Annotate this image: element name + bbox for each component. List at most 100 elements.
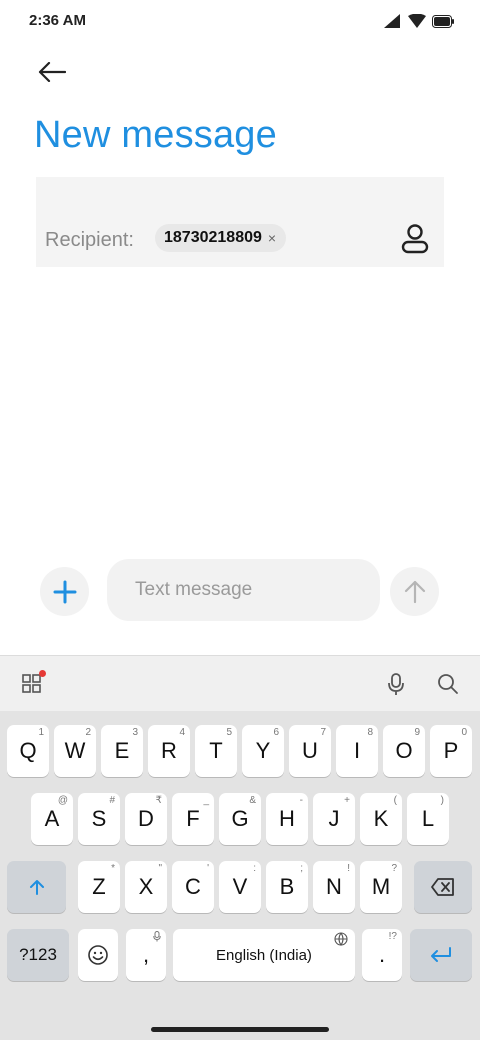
key-u[interactable]: U7 [289, 725, 331, 777]
arrow-up-icon [404, 580, 425, 603]
chip-close-icon[interactable]: × [268, 231, 276, 245]
key-label: I [353, 738, 361, 763]
key-hint: 8 [367, 727, 373, 738]
person-icon [401, 224, 429, 254]
key-hint: 1 [38, 727, 44, 738]
shift-arrow-icon [29, 880, 44, 895]
key-i[interactable]: I8 [336, 725, 378, 777]
key-label: W [64, 738, 86, 763]
contact-picker-button[interactable] [400, 223, 430, 255]
comma-mic-hint-icon [153, 931, 161, 945]
status-time: 2:36 AM [29, 12, 86, 29]
navigation-handle[interactable] [151, 1027, 329, 1032]
key-e[interactable]: E3 [101, 725, 143, 777]
key-label: Y [255, 738, 271, 763]
keyboard-toolbar [0, 655, 480, 711]
key-h[interactable]: H- [266, 793, 308, 845]
enter-key[interactable] [410, 929, 472, 981]
key-z[interactable]: Z * [78, 861, 120, 913]
key-m[interactable]: M? [360, 861, 402, 913]
send-button[interactable] [390, 567, 439, 616]
key-hint: 4 [179, 727, 185, 738]
key-label: Q [19, 738, 37, 763]
key-label: H [279, 806, 295, 831]
key-label: B [279, 874, 295, 899]
status-bar: 2:36 AM [0, 0, 480, 44]
recipient-field[interactable]: Recipient: 18730218809 × [36, 177, 444, 267]
key-r[interactable]: R4 [148, 725, 190, 777]
key-hint: _ [203, 795, 209, 806]
key-n[interactable]: N! [313, 861, 355, 913]
message-input[interactable] [107, 559, 380, 621]
key-q[interactable]: Q1 [7, 725, 49, 777]
key-hint: - [299, 795, 303, 806]
key-v[interactable]: V: [219, 861, 261, 913]
key-label: D [138, 806, 154, 831]
key-k[interactable]: K( [360, 793, 402, 845]
key-label: U [302, 738, 318, 763]
key-c[interactable]: C ' [172, 861, 214, 913]
key-hint: + [344, 795, 350, 806]
key-b[interactable]: B; [266, 861, 308, 913]
keyboard-search-button[interactable] [434, 670, 462, 698]
key-hint: @ [57, 795, 68, 806]
key-f[interactable]: F _ [172, 793, 214, 845]
key-w[interactable]: W2 [54, 725, 96, 777]
wifi-icon [408, 14, 426, 28]
key-y[interactable]: Y6 [242, 725, 284, 777]
key-label: E [114, 738, 130, 763]
period-key[interactable]: .!? [362, 929, 402, 981]
key-label: ?123 [19, 945, 57, 964]
key-hint: 9 [414, 727, 420, 738]
space-key[interactable]: English (India) [173, 929, 355, 981]
keyboard: Q1 W2 E3 R4 T5 Y6 U7 I8 O9 P0 A @ S # D ₹ F… [0, 655, 480, 1040]
key-label: F [186, 806, 200, 831]
battery-icon [432, 14, 454, 28]
key-label: L [421, 806, 435, 831]
emoji-key[interactable] [78, 929, 118, 981]
status-icons [384, 14, 454, 28]
shift-key[interactable] [7, 861, 66, 913]
key-label: , [142, 942, 150, 967]
keyboard-row-1: Q1 W2 E3 R4 T5 Y6 U7 I8 O9 P0 [0, 725, 480, 777]
key-hint: ; [300, 863, 303, 874]
key-hint: 3 [132, 727, 138, 738]
key-hint: 2 [85, 727, 91, 738]
voice-input-button[interactable] [382, 670, 410, 698]
key-t[interactable]: T5 [195, 725, 237, 777]
comma-key[interactable]: , [126, 929, 166, 981]
key-j[interactable]: J + [313, 793, 355, 845]
key-s[interactable]: S # [78, 793, 120, 845]
key-g[interactable]: G & [219, 793, 261, 845]
attach-button[interactable] [40, 567, 89, 616]
enter-icon [431, 947, 451, 962]
key-o[interactable]: O9 [383, 725, 425, 777]
key-label: K [373, 806, 389, 831]
backspace-key[interactable] [414, 861, 472, 913]
key-hint: : [253, 863, 256, 874]
key-label: O [395, 738, 413, 763]
key-x[interactable]: X " [125, 861, 167, 913]
key-hint: ? [391, 863, 397, 874]
key-a[interactable]: A @ [31, 793, 73, 845]
compose-bar [0, 558, 480, 622]
recipient-chip[interactable]: 18730218809 × [155, 224, 287, 252]
key-label: V [232, 874, 248, 899]
apps-button[interactable] [18, 670, 46, 698]
key-hint: !? [388, 931, 397, 942]
key-hint: ! [347, 863, 350, 874]
key-label: X [138, 874, 154, 899]
key-hint: 7 [320, 727, 326, 738]
key-hint: " [158, 863, 162, 874]
key-hint: 6 [273, 727, 279, 738]
key-l[interactable]: L) [407, 793, 449, 845]
symbols-key[interactable]: ?123 [7, 929, 69, 981]
key-label: . [378, 942, 386, 967]
keyboard-row-3: Z * X " C ' V: B; N! M? [0, 861, 480, 913]
key-hint: ( [393, 795, 397, 806]
back-button[interactable] [34, 54, 70, 90]
key-d[interactable]: D ₹ [125, 793, 167, 845]
arrow-back-icon [38, 62, 66, 82]
key-p[interactable]: P0 [430, 725, 472, 777]
key-hint: 0 [461, 727, 467, 738]
